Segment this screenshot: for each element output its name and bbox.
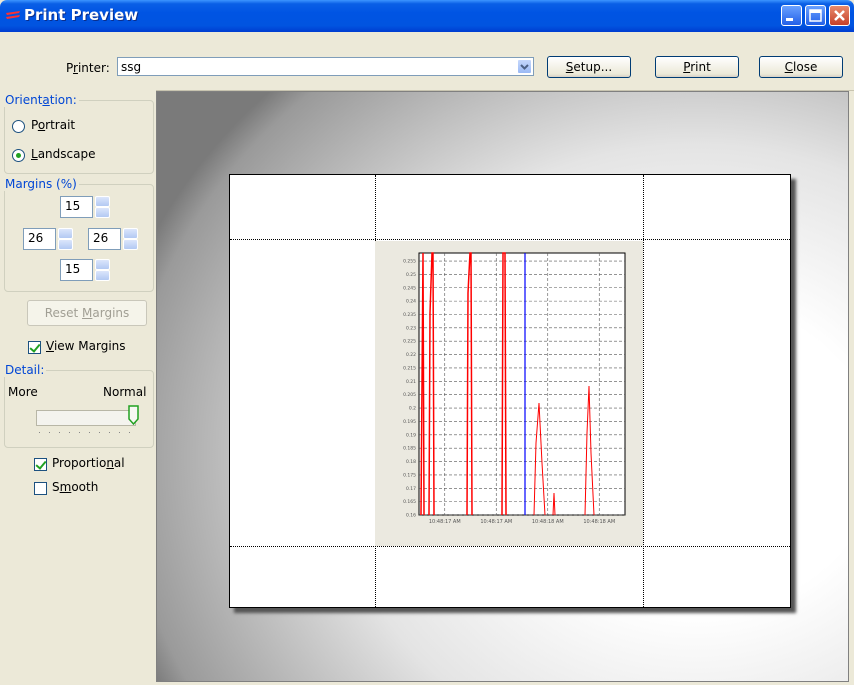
detail-more-label: More — [8, 385, 38, 399]
print-button[interactable]: Print — [655, 56, 739, 78]
preview-area[interactable]: 0.255 0.25 0.245 0.24 0.235 0.23 0.225 0.22 0.21… — [156, 91, 849, 682]
x-tick-label: 10:48:18 AM — [532, 519, 564, 525]
detail-slider[interactable] — [36, 410, 136, 426]
preview-page: 0.255 0.25 0.245 0.24 0.235 0.23 0.225 0.22 0.21… — [229, 174, 791, 608]
printer-value: ssg — [121, 60, 142, 74]
reset-margins-button[interactable]: Reset Margins — [27, 300, 147, 326]
spin-down-icon[interactable] — [58, 239, 73, 250]
maximize-icon — [809, 9, 822, 22]
y-tick-label: 0.16 — [406, 513, 416, 519]
maximize-button[interactable] — [805, 5, 826, 26]
printer-label: Printer: — [66, 61, 110, 75]
printer-select[interactable]: ssg — [117, 57, 534, 76]
y-tick-label: 0.175 — [403, 472, 416, 478]
title-bar: Print Preview — [0, 0, 854, 32]
orientation-title: Orientation: — [3, 93, 79, 107]
x-tick-label: 10:48:17 AM — [429, 519, 461, 525]
spin-down-icon[interactable] — [95, 270, 110, 281]
margin-left-spinner[interactable] — [58, 228, 73, 250]
detail-title: Detail: — [3, 363, 47, 377]
margin-line-bottom — [230, 546, 790, 547]
y-tick-label: 0.235 — [403, 312, 416, 318]
margin-top-input[interactable]: 15 — [60, 196, 93, 218]
margin-right-input[interactable]: 26 — [88, 228, 121, 250]
spin-down-icon[interactable] — [95, 207, 110, 218]
y-tick-label: 0.19 — [406, 432, 416, 438]
portrait-label[interactable]: Portrait — [31, 118, 75, 132]
orientation-group — [4, 100, 154, 174]
landscape-label[interactable]: Landscape — [31, 147, 95, 161]
detail-normal-label: Normal — [103, 385, 147, 399]
y-tick-label: 0.195 — [403, 419, 416, 425]
landscape-radio[interactable] — [12, 149, 25, 162]
y-tick-label: 0.215 — [403, 365, 416, 371]
spin-up-icon[interactable] — [95, 196, 110, 207]
y-tick-label: 0.225 — [403, 339, 416, 345]
slider-ticks — [39, 432, 130, 433]
close-window-button[interactable] — [829, 5, 850, 26]
smooth-label[interactable]: Smooth — [52, 480, 98, 494]
margin-line-top — [230, 239, 790, 240]
minimize-button[interactable] — [781, 5, 802, 26]
portrait-radio[interactable] — [12, 120, 25, 133]
spin-up-icon[interactable] — [95, 259, 110, 270]
margin-left-input[interactable]: 26 — [23, 228, 56, 250]
y-tick-label: 0.25 — [406, 272, 416, 278]
print-button-label: Print — [683, 60, 711, 74]
spin-up-icon[interactable] — [58, 228, 73, 239]
margin-right-spinner[interactable] — [123, 228, 138, 250]
view-margins-label[interactable]: View Margins — [46, 339, 126, 353]
x-tick-label: 10:48:17 AM — [480, 519, 512, 525]
close-button[interactable]: Close — [759, 56, 843, 78]
printer-dropdown-button[interactable] — [517, 59, 532, 74]
window-title: Print Preview — [24, 6, 139, 24]
proportional-label[interactable]: Proportional — [52, 456, 125, 470]
view-margins-checkbox[interactable] — [28, 341, 41, 354]
y-tick-label: 0.23 — [406, 325, 416, 331]
margin-bottom-input[interactable]: 15 — [60, 259, 93, 281]
slider-thumb-icon[interactable] — [128, 405, 139, 425]
y-tick-label: 0.2 — [409, 406, 416, 412]
margins-title: Margins (%) — [3, 177, 79, 191]
close-icon — [834, 10, 845, 21]
y-tick-label: 0.22 — [406, 352, 416, 358]
margin-top-spinner[interactable] — [95, 196, 110, 218]
y-tick-label: 0.165 — [403, 499, 416, 505]
smooth-checkbox[interactable] — [34, 482, 47, 495]
setup-button[interactable]: Setup... — [547, 56, 631, 78]
chart-plot-area — [418, 252, 626, 516]
chart: 0.2550.250.2450.240.2350.230.2250.220.21… — [403, 252, 626, 525]
spin-up-icon[interactable] — [123, 228, 138, 239]
minimize-icon — [786, 18, 793, 21]
spin-down-icon[interactable] — [123, 239, 138, 250]
y-tick-label: 0.18 — [406, 459, 416, 465]
setup-button-label: Setup... — [565, 60, 613, 74]
y-tick-label: 0.205 — [403, 392, 416, 398]
y-tick-label: 0.185 — [403, 446, 416, 452]
chevron-down-icon — [520, 64, 529, 70]
reset-margins-label: Reset Margins — [44, 306, 130, 320]
y-tick-label: 0.245 — [403, 285, 416, 291]
y-tick-label: 0.24 — [406, 299, 416, 305]
margin-bottom-spinner[interactable] — [95, 259, 110, 281]
app-icon — [6, 11, 20, 19]
x-tick-label: 10:48:18 AM — [583, 519, 615, 525]
proportional-checkbox[interactable] — [34, 458, 47, 471]
y-tick-label: 0.17 — [406, 486, 416, 492]
y-tick-label: 0.255 — [403, 259, 416, 265]
close-button-label: Close — [784, 60, 818, 74]
y-tick-label: 0.21 — [406, 379, 416, 385]
